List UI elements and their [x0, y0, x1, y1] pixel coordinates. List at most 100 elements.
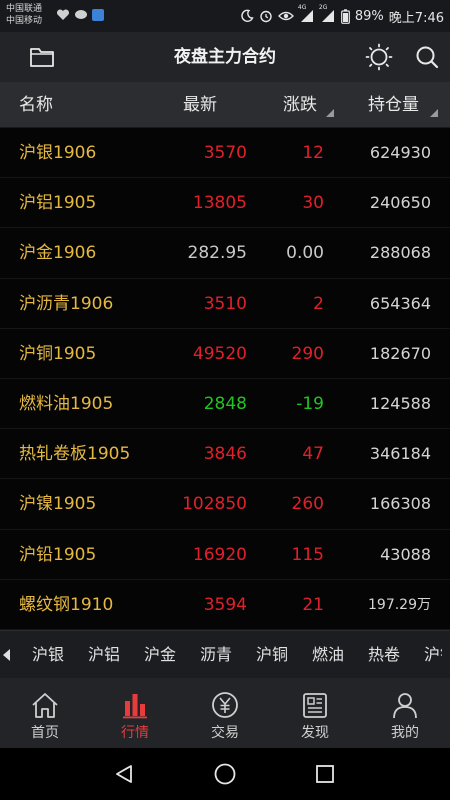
price-change: 12 — [302, 143, 324, 163]
health-app-icon — [56, 6, 70, 25]
column-header-bar: 名称 最新 涨跌 持仓量 — [0, 82, 450, 128]
nav-profile[interactable]: 我的 — [360, 678, 450, 748]
price-change: 290 — [291, 343, 324, 364]
eye-icon — [277, 10, 294, 22]
contract-name: 沪铝1905 — [19, 193, 97, 214]
nav-discover[interactable]: 发现 — [270, 678, 360, 748]
price-change: 2 — [313, 293, 324, 314]
open-interest: 288068 — [369, 243, 431, 263]
discover-news-icon — [303, 693, 327, 718]
price-change: 47 — [302, 444, 324, 465]
contract-name: 沪金1906 — [19, 243, 97, 264]
tab-silver[interactable]: 沪银 — [20, 631, 76, 678]
column-change[interactable]: 涨跌 — [283, 82, 317, 128]
table-row[interactable]: 沪沥青1906 3510 2 654364 — [0, 279, 450, 329]
chat-app-icon — [74, 6, 88, 25]
notification-icons — [56, 8, 104, 22]
search-button[interactable] — [412, 42, 442, 72]
contract-name: 螺纹钢1910 — [19, 594, 114, 615]
last-price: 49520 — [192, 343, 247, 364]
quick-contract-tabs: 沪银 沪铝 沪金 沥青 沪铜 燃油 热卷 沪镍 — [0, 630, 450, 678]
last-price: 282.95 — [187, 243, 247, 264]
price-change: 21 — [302, 594, 324, 615]
nav-market[interactable]: 行情 — [90, 678, 180, 748]
moon-icon — [240, 9, 254, 23]
last-price: 13805 — [192, 193, 247, 214]
status-bar: 中国联通 中国移动 4G 2G 89% 晚上7:46 — [0, 0, 450, 32]
tab-copper[interactable]: 沪铜 — [244, 631, 300, 678]
tab-hot-rolled-coil[interactable]: 热卷 — [356, 631, 412, 678]
network-type-2: 2G — [318, 4, 328, 11]
status-right: 4G 2G 89% 晚上7:46 — [240, 4, 444, 26]
last-price: 3594 — [203, 594, 247, 615]
tab-strip: 沪银 沪铝 沪金 沥青 沪铜 燃油 热卷 沪镍 — [20, 631, 442, 678]
table-row[interactable]: 沪镍1905 102850 260 166308 — [0, 479, 450, 530]
last-price: 3510 — [203, 293, 247, 314]
app-notification-icon — [92, 9, 104, 21]
open-interest: 240650 — [369, 193, 431, 213]
home-circle-icon — [214, 763, 236, 785]
table-row[interactable]: 沪铅1905 16920 115 43088 — [0, 530, 450, 580]
nav-profile-label: 我的 — [391, 725, 419, 741]
nav-home[interactable]: 首页 — [0, 678, 90, 748]
open-interest: 654364 — [369, 293, 431, 313]
bottom-navigation: 首页 行情 交易 发现 我的 — [0, 678, 450, 748]
back-button[interactable] — [110, 760, 138, 788]
last-price: 3846 — [203, 444, 247, 465]
signal-1-icon: 4G — [298, 4, 315, 23]
table-row[interactable]: 热轧卷板1905 3846 47 346184 — [0, 429, 450, 480]
market-chart-icon — [123, 694, 147, 719]
table-row[interactable]: 沪金1906 282.95 0.00 288068 — [0, 228, 450, 279]
table-row[interactable]: 沪铝1905 13805 30 240650 — [0, 178, 450, 229]
contract-list: 沪银1906 3570 12 624930 沪铝1905 13805 30 24… — [0, 128, 450, 630]
nav-discover-label: 发现 — [301, 725, 329, 741]
trade-yen-icon — [212, 692, 238, 718]
table-row[interactable]: 沪银1906 3570 12 624930 — [0, 128, 450, 179]
contract-name: 燃料油1905 — [19, 394, 114, 414]
tab-bitumen[interactable]: 沥青 — [188, 631, 244, 678]
recents-button[interactable] — [311, 760, 339, 788]
tab-gold[interactable]: 沪金 — [132, 631, 188, 678]
home-button[interactable] — [211, 760, 239, 788]
nav-home-label: 首页 — [31, 725, 59, 741]
network-type-1: 4G — [297, 4, 307, 11]
column-open-interest[interactable]: 持仓量 — [368, 82, 419, 128]
change-sort-icon[interactable] — [326, 109, 334, 117]
table-row[interactable]: 沪铜1905 49520 290 182670 — [0, 329, 450, 379]
price-change: 0.00 — [286, 243, 324, 264]
tab-nickel[interactable]: 沪镍 — [412, 631, 442, 678]
contract-name: 沪镍1905 — [19, 494, 97, 515]
brightness-icon — [365, 43, 393, 71]
column-last[interactable]: 最新 — [183, 82, 217, 128]
price-change: 260 — [291, 494, 324, 515]
open-interest: 197.29万 — [368, 596, 431, 613]
table-row[interactable]: 螺纹钢1910 3594 21 197.29万 — [0, 580, 450, 630]
carrier-2: 中国移动 — [6, 16, 43, 26]
brightness-button[interactable] — [364, 42, 394, 72]
open-interest: 624930 — [369, 143, 431, 162]
caret-left-icon — [3, 649, 10, 661]
price-change: 30 — [302, 193, 324, 214]
tab-aluminum[interactable]: 沪铝 — [76, 631, 132, 678]
clock: 晚上7:46 — [388, 10, 444, 26]
contract-name: 沪沥青1906 — [19, 293, 114, 314]
app-header: 夜盘主力合约 — [0, 32, 450, 82]
scroll-left-button[interactable] — [0, 631, 14, 678]
recents-icon — [316, 765, 334, 783]
price-change: 115 — [291, 544, 324, 565]
open-interest: 166308 — [369, 494, 431, 514]
back-icon — [116, 765, 132, 783]
contract-name: 沪铅1905 — [19, 544, 97, 565]
alarm-icon — [259, 9, 273, 23]
table-row[interactable]: 燃料油1905 2848 -19 124588 — [0, 379, 450, 430]
price-change: -19 — [296, 394, 324, 414]
last-price: 102850 — [182, 494, 247, 515]
last-price: 3570 — [203, 143, 247, 163]
home-icon — [32, 693, 58, 718]
nav-trade[interactable]: 交易 — [180, 678, 270, 748]
column-name[interactable]: 名称 — [19, 82, 53, 128]
tab-fuel-oil[interactable]: 燃油 — [300, 631, 356, 678]
open-interest-sort-icon[interactable] — [430, 109, 438, 117]
contract-name: 沪银1906 — [19, 143, 97, 163]
open-interest: 182670 — [369, 343, 431, 363]
